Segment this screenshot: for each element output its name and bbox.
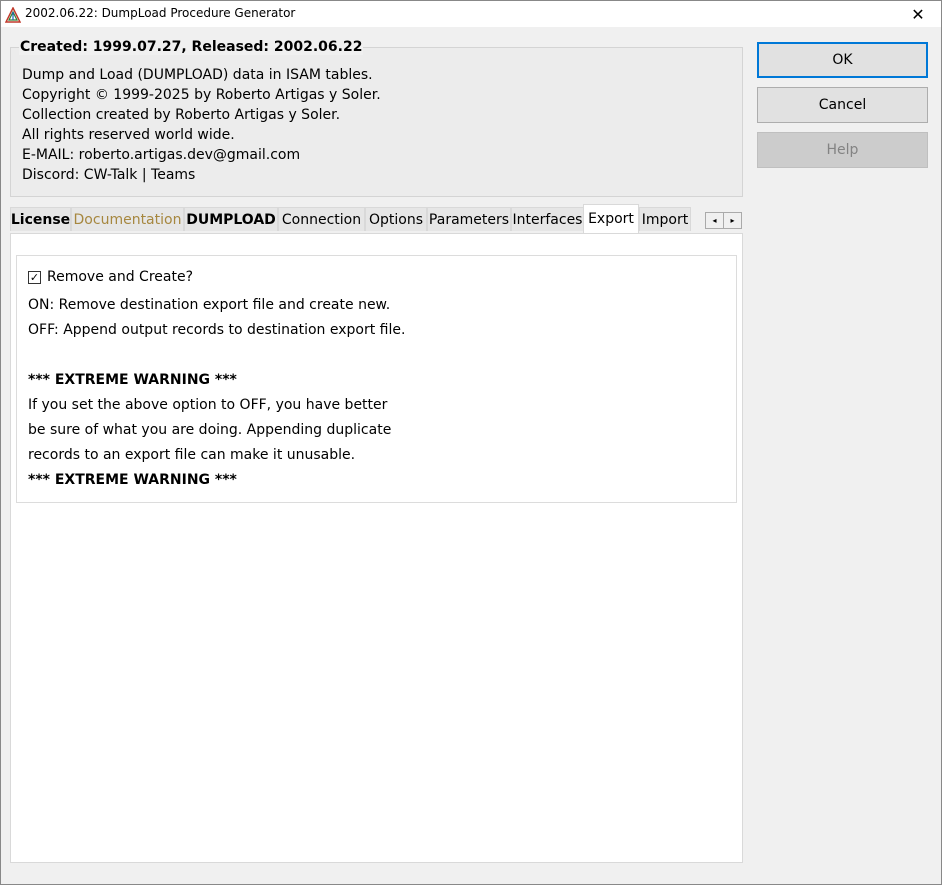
export-help-line: be sure of what you are doing. Appending… — [28, 422, 392, 438]
export-help-line: ON: Remove destination export file and c… — [28, 297, 391, 313]
ok-button[interactable]: OK — [757, 42, 928, 78]
window-title: 2002.06.22: DumpLoad Procedure Generator — [25, 6, 296, 20]
remove-and-create-checkbox[interactable]: ✓ — [28, 271, 41, 284]
info-line: Dump and Load (DUMPLOAD) data in ISAM ta… — [22, 67, 373, 83]
export-help-line: OFF: Append output records to destinatio… — [28, 322, 406, 338]
tab-options[interactable]: Options — [365, 207, 427, 231]
tab-dumpload[interactable]: DUMPLOAD — [184, 207, 278, 231]
info-line: All rights reserved world wide. — [22, 127, 235, 143]
info-line: E-MAIL: roberto.artigas.dev@gmail.com — [22, 147, 301, 163]
tab-scroll-buttons: ◂ ▸ — [705, 212, 742, 229]
export-help-line: records to an export file can make it un… — [28, 447, 356, 463]
info-line: Discord: CW-Talk | Teams — [22, 167, 196, 183]
tab-license[interactable]: License — [10, 207, 71, 231]
tab-connection[interactable]: Connection — [278, 207, 365, 231]
tab-import[interactable]: Import — [639, 207, 691, 231]
help-button[interactable]: Help — [757, 132, 928, 168]
export-help-line: If you set the above option to OFF, you … — [28, 397, 388, 413]
dialog-window: 2002.06.22: DumpLoad Procedure Generator… — [0, 0, 942, 885]
tab-documentation[interactable]: Documentation — [71, 207, 184, 231]
title-bar: 2002.06.22: DumpLoad Procedure Generator… — [1, 1, 941, 27]
chevron-right-icon[interactable]: ▸ — [723, 213, 741, 228]
info-line: Collection created by Roberto Artigas y … — [22, 107, 341, 123]
warning-footer: *** EXTREME WARNING *** — [28, 472, 237, 488]
cancel-button[interactable]: Cancel — [757, 87, 928, 123]
tab-interfaces[interactable]: Interfaces — [511, 207, 584, 231]
info-caption: Created: 1999.07.27, Released: 2002.06.2… — [19, 39, 364, 55]
close-icon[interactable]: ✕ — [895, 1, 941, 27]
warning-heading: *** EXTREME WARNING *** — [28, 372, 237, 388]
remove-and-create-label[interactable]: Remove and Create? — [47, 269, 193, 285]
tab-parameters[interactable]: Parameters — [427, 207, 511, 231]
tab-export[interactable]: Export — [583, 204, 639, 233]
info-line: Copyright © 1999-2025 by Roberto Artigas… — [22, 87, 381, 103]
triangle-app-icon — [5, 7, 21, 23]
chevron-left-icon[interactable]: ◂ — [706, 213, 723, 228]
